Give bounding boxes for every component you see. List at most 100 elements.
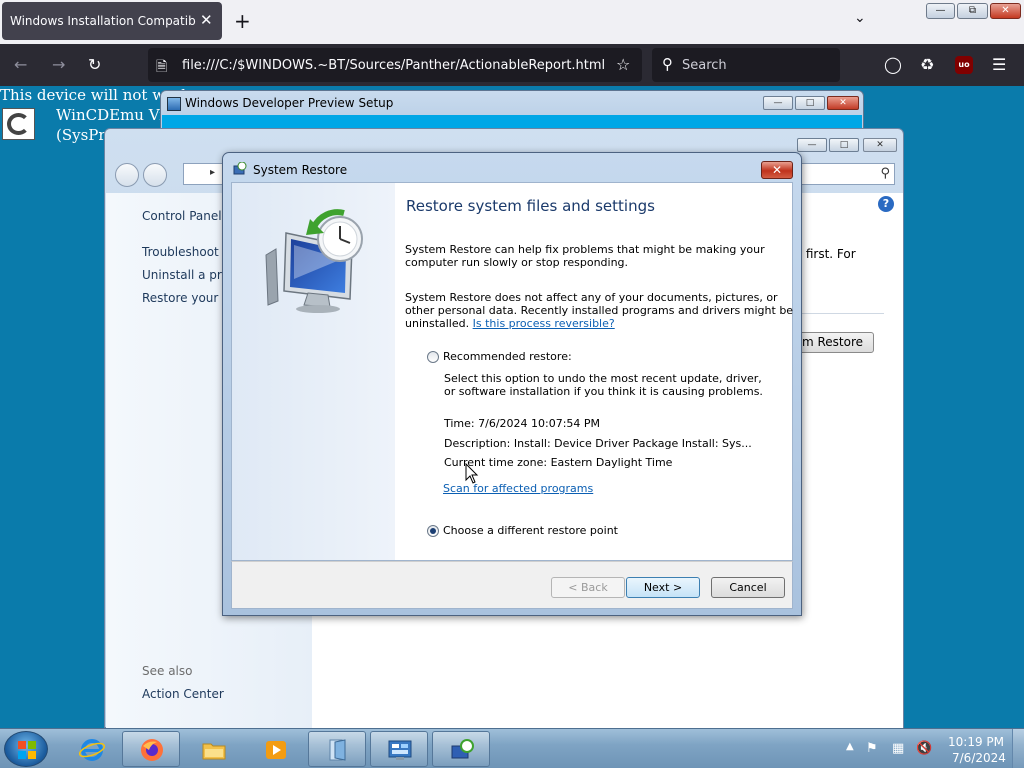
setup-window-title: Windows Developer Preview Setup xyxy=(185,96,394,110)
next-button[interactable]: Next > xyxy=(626,577,700,598)
hamburger-menu-icon[interactable]: ☰ xyxy=(992,55,1006,74)
info-text-line: other personal data. Recently installed … xyxy=(405,304,794,317)
search-input[interactable]: Search xyxy=(682,58,727,73)
taskbar-control-panel[interactable] xyxy=(370,731,428,767)
ublock-icon[interactable]: uo xyxy=(955,56,973,74)
taskbar-internet-explorer[interactable] xyxy=(62,731,120,767)
browser-tab-bar: Windows Installation Compatibility ✕ + ⌄… xyxy=(0,0,1024,44)
cp-forward-button[interactable] xyxy=(143,163,167,187)
browser-tab-title: Windows Installation Compatibility xyxy=(10,14,196,28)
search-icon: ⚲ xyxy=(880,166,890,181)
cancel-button[interactable]: Cancel xyxy=(711,577,785,598)
help-icon[interactable]: ? xyxy=(878,196,894,212)
browser-nav-bar: ← → ↻ 🗎 file:///C:/$WINDOWS.~BT/Sources/… xyxy=(0,44,1024,86)
divider xyxy=(792,313,884,314)
recommended-restore-label[interactable]: Recommended restore: xyxy=(443,350,572,363)
info-text-line: uninstalled. Is this process reversible? xyxy=(405,317,615,330)
search-icon: ⚲ xyxy=(662,55,673,73)
tab-close-icon[interactable]: ✕ xyxy=(200,11,213,29)
bookmark-star-icon[interactable]: ☆ xyxy=(616,55,630,74)
minimize-icon: — xyxy=(935,5,946,16)
system-restore-title: System Restore xyxy=(253,163,348,177)
new-tab-button[interactable]: + xyxy=(234,9,251,33)
cp-search-input[interactable]: ⚲ xyxy=(797,163,895,185)
browser-minimize-button[interactable]: — xyxy=(926,3,955,19)
control-panel-icon xyxy=(388,740,412,760)
sidebar-item-home[interactable]: Control Panel H xyxy=(142,209,234,223)
breadcrumb-arrow-icon[interactable]: ▸ xyxy=(210,167,215,178)
taskbar-file-explorer[interactable] xyxy=(184,731,242,767)
system-restore-main-pane: Restore system files and settings System… xyxy=(395,182,793,561)
system-restore-close-button[interactable]: ✕ xyxy=(761,161,793,179)
show-desktop-button[interactable] xyxy=(1012,729,1024,768)
system-restore-title-icon xyxy=(233,162,247,175)
taskbar: ▲ ⚑ ▦ 🔇 10:19 PM 7/6/2024 xyxy=(0,728,1024,768)
reload-icon[interactable]: ↻ xyxy=(88,55,101,74)
system-restore-dialog: System Restore ✕ Restore system files an… xyxy=(222,152,802,616)
info-text-line: System Restore does not affect any of yo… xyxy=(405,291,778,304)
taskbar-system-restore[interactable] xyxy=(432,731,490,767)
different-restore-point-label[interactable]: Choose a different restore point xyxy=(443,524,618,537)
cp-close-button[interactable]: ✕ xyxy=(863,138,897,152)
see-also-heading: See also xyxy=(142,664,193,678)
page-icon: 🗎 xyxy=(156,59,168,75)
url-bar[interactable]: 🗎 file:///C:/$WINDOWS.~BT/Sources/Panthe… xyxy=(148,48,642,82)
recommended-desc-line: Select this option to undo the most rece… xyxy=(444,372,762,385)
search-bar[interactable]: ⚲ Search xyxy=(652,48,840,82)
pocket-icon[interactable]: ◯ xyxy=(884,55,902,74)
clock-date[interactable]: 7/6/2024 xyxy=(952,751,1006,765)
system-restore-heading: Restore system files and settings xyxy=(406,197,655,215)
taskbar-media-player[interactable] xyxy=(246,731,304,767)
browser-restore-button[interactable]: ⧉ xyxy=(957,3,988,19)
tray-expand-icon[interactable]: ▲ xyxy=(846,741,854,752)
taskbar-setup[interactable] xyxy=(308,731,366,767)
url-text[interactable]: file:///C:/$WINDOWS.~BT/Sources/Panther/… xyxy=(182,58,605,73)
browser-close-button[interactable]: ✕ xyxy=(990,3,1021,19)
intro-text-line: computer run slowly or stop responding. xyxy=(405,256,629,269)
cp-back-button[interactable] xyxy=(115,163,139,187)
cp-address-bar[interactable]: ▸ xyxy=(183,163,223,185)
different-restore-point-radio[interactable] xyxy=(427,525,439,537)
cp-minimize-button[interactable]: — xyxy=(797,138,827,152)
media-player-icon xyxy=(266,741,286,759)
app-name-text: WinCDEmu Vir xyxy=(56,106,172,124)
clock-time[interactable]: 10:19 PM xyxy=(948,735,1004,749)
action-center-flag-icon[interactable]: ⚑ xyxy=(866,741,878,756)
setup-minimize-button[interactable]: — xyxy=(763,96,793,110)
forward-arrow-icon[interactable]: → xyxy=(52,55,65,74)
app-logo-icon xyxy=(2,108,35,140)
back-arrow-icon[interactable]: ← xyxy=(14,55,27,74)
process-reversible-link[interactable]: Is this process reversible? xyxy=(473,317,615,330)
restore-icon: ⧉ xyxy=(968,5,977,16)
mouse-cursor-icon xyxy=(465,463,479,484)
setup-close-button[interactable]: ✕ xyxy=(827,96,859,110)
open-system-restore-button[interactable]: em Restore xyxy=(790,332,874,353)
setup-icon xyxy=(167,97,181,111)
recommended-desc-line: or software installation if you think it… xyxy=(444,385,763,398)
extensions-icon[interactable]: ♻ xyxy=(920,55,934,74)
setup-app-icon xyxy=(329,739,346,761)
back-button[interactable]: < Back xyxy=(551,577,625,598)
info-text-prefix: uninstalled. xyxy=(405,317,470,330)
cp-maximize-button[interactable]: □ xyxy=(829,138,859,152)
taskbar-firefox[interactable] xyxy=(122,731,180,767)
network-icon[interactable]: ▦ xyxy=(892,741,904,756)
system-restore-illustration-icon xyxy=(265,209,363,313)
internet-explorer-icon xyxy=(79,739,105,761)
start-button[interactable] xyxy=(4,731,48,767)
sidebar-item-restore-files[interactable]: Restore your fil xyxy=(142,291,233,305)
setup-maximize-button[interactable]: □ xyxy=(795,96,825,110)
intro-text-line: System Restore can help fix problems tha… xyxy=(405,243,765,256)
windows-logo-icon xyxy=(18,741,36,759)
firefox-icon xyxy=(141,739,163,761)
sidebar-item-action-center[interactable]: Action Center xyxy=(142,687,224,701)
tab-list-chevron-icon[interactable]: ⌄ xyxy=(854,10,866,26)
browser-tab[interactable]: Windows Installation Compatibility ✕ xyxy=(2,2,222,40)
sidebar-item-troubleshoot[interactable]: Troubleshoot a xyxy=(142,245,230,259)
close-icon: ✕ xyxy=(1001,5,1010,16)
recommended-restore-radio[interactable] xyxy=(427,351,439,363)
system-restore-icon xyxy=(451,739,474,759)
system-restore-side-panel xyxy=(231,182,395,561)
restore-point-time: Time: 7/6/2024 10:07:54 PM xyxy=(444,417,601,430)
volume-muted-icon[interactable]: 🔇 xyxy=(916,741,932,756)
